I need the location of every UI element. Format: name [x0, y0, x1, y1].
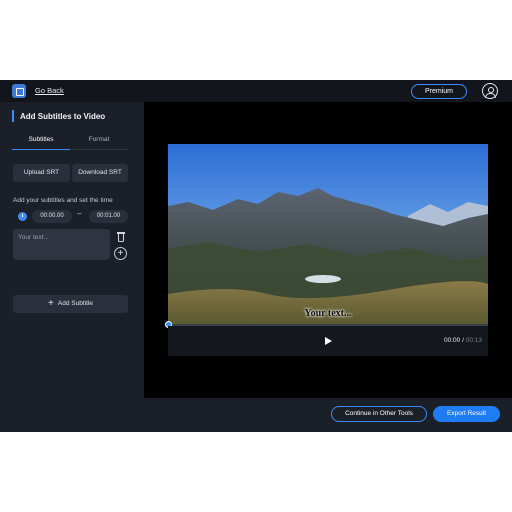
time-separator: – [77, 209, 82, 218]
video-preview[interactable]: Your text... [168, 144, 488, 324]
app-logo-icon[interactable] [12, 84, 26, 98]
top-bar: Go Back Premium [0, 80, 512, 102]
add-subtitle-button[interactable]: + Add Subtitle [13, 295, 128, 313]
subtitle-hint: Add your subtitles and set the time [13, 197, 113, 204]
app-window: Go Back Premium Add Subtitles to Video S… [0, 80, 512, 432]
duration: 00:13 [465, 337, 482, 344]
sidebar: Add Subtitles to Video Subtitles Format … [0, 102, 144, 432]
subtitle-text-input[interactable]: Your text... [13, 229, 110, 260]
download-srt-button[interactable]: Download SRT [72, 164, 128, 182]
continue-other-tools-button[interactable]: Continue in Other Tools [331, 406, 427, 422]
add-subtitle-label: Add Subtitle [57, 300, 93, 307]
export-result-button[interactable]: Export Result [433, 406, 500, 422]
upload-srt-button[interactable]: Upload SRT [13, 164, 70, 182]
end-time-field[interactable]: 00:01.00 [89, 210, 128, 223]
subtitle-caption: Your text... [304, 308, 352, 319]
plus-circle-icon[interactable]: + [114, 247, 127, 260]
premium-button[interactable]: Premium [411, 84, 467, 99]
title-accent-bar [12, 110, 14, 122]
start-time-field[interactable]: 00:00.00 [32, 210, 72, 223]
time-display: 00:00 / 00:13 [444, 337, 482, 344]
current-time: 00:00 [444, 337, 461, 344]
panel-title: Add Subtitles to Video [20, 112, 106, 121]
player-controls: 00:00 / 00:13 [168, 326, 488, 356]
trash-icon[interactable] [115, 231, 127, 243]
plus-icon: + [48, 298, 54, 309]
action-bar: Continue in Other Tools Export Result [144, 398, 512, 432]
preview-area: Your text... 00:00 / 00:13 [144, 102, 512, 398]
tab-format[interactable]: Format [70, 134, 128, 150]
video-frame-image [168, 144, 488, 324]
user-avatar-icon[interactable] [482, 83, 498, 99]
play-icon[interactable] [325, 337, 332, 345]
go-back-link[interactable]: Go Back [35, 86, 64, 95]
tab-bar: Subtitles Format [12, 134, 128, 150]
tab-subtitles[interactable]: Subtitles [12, 134, 70, 150]
clock-icon [18, 212, 27, 221]
